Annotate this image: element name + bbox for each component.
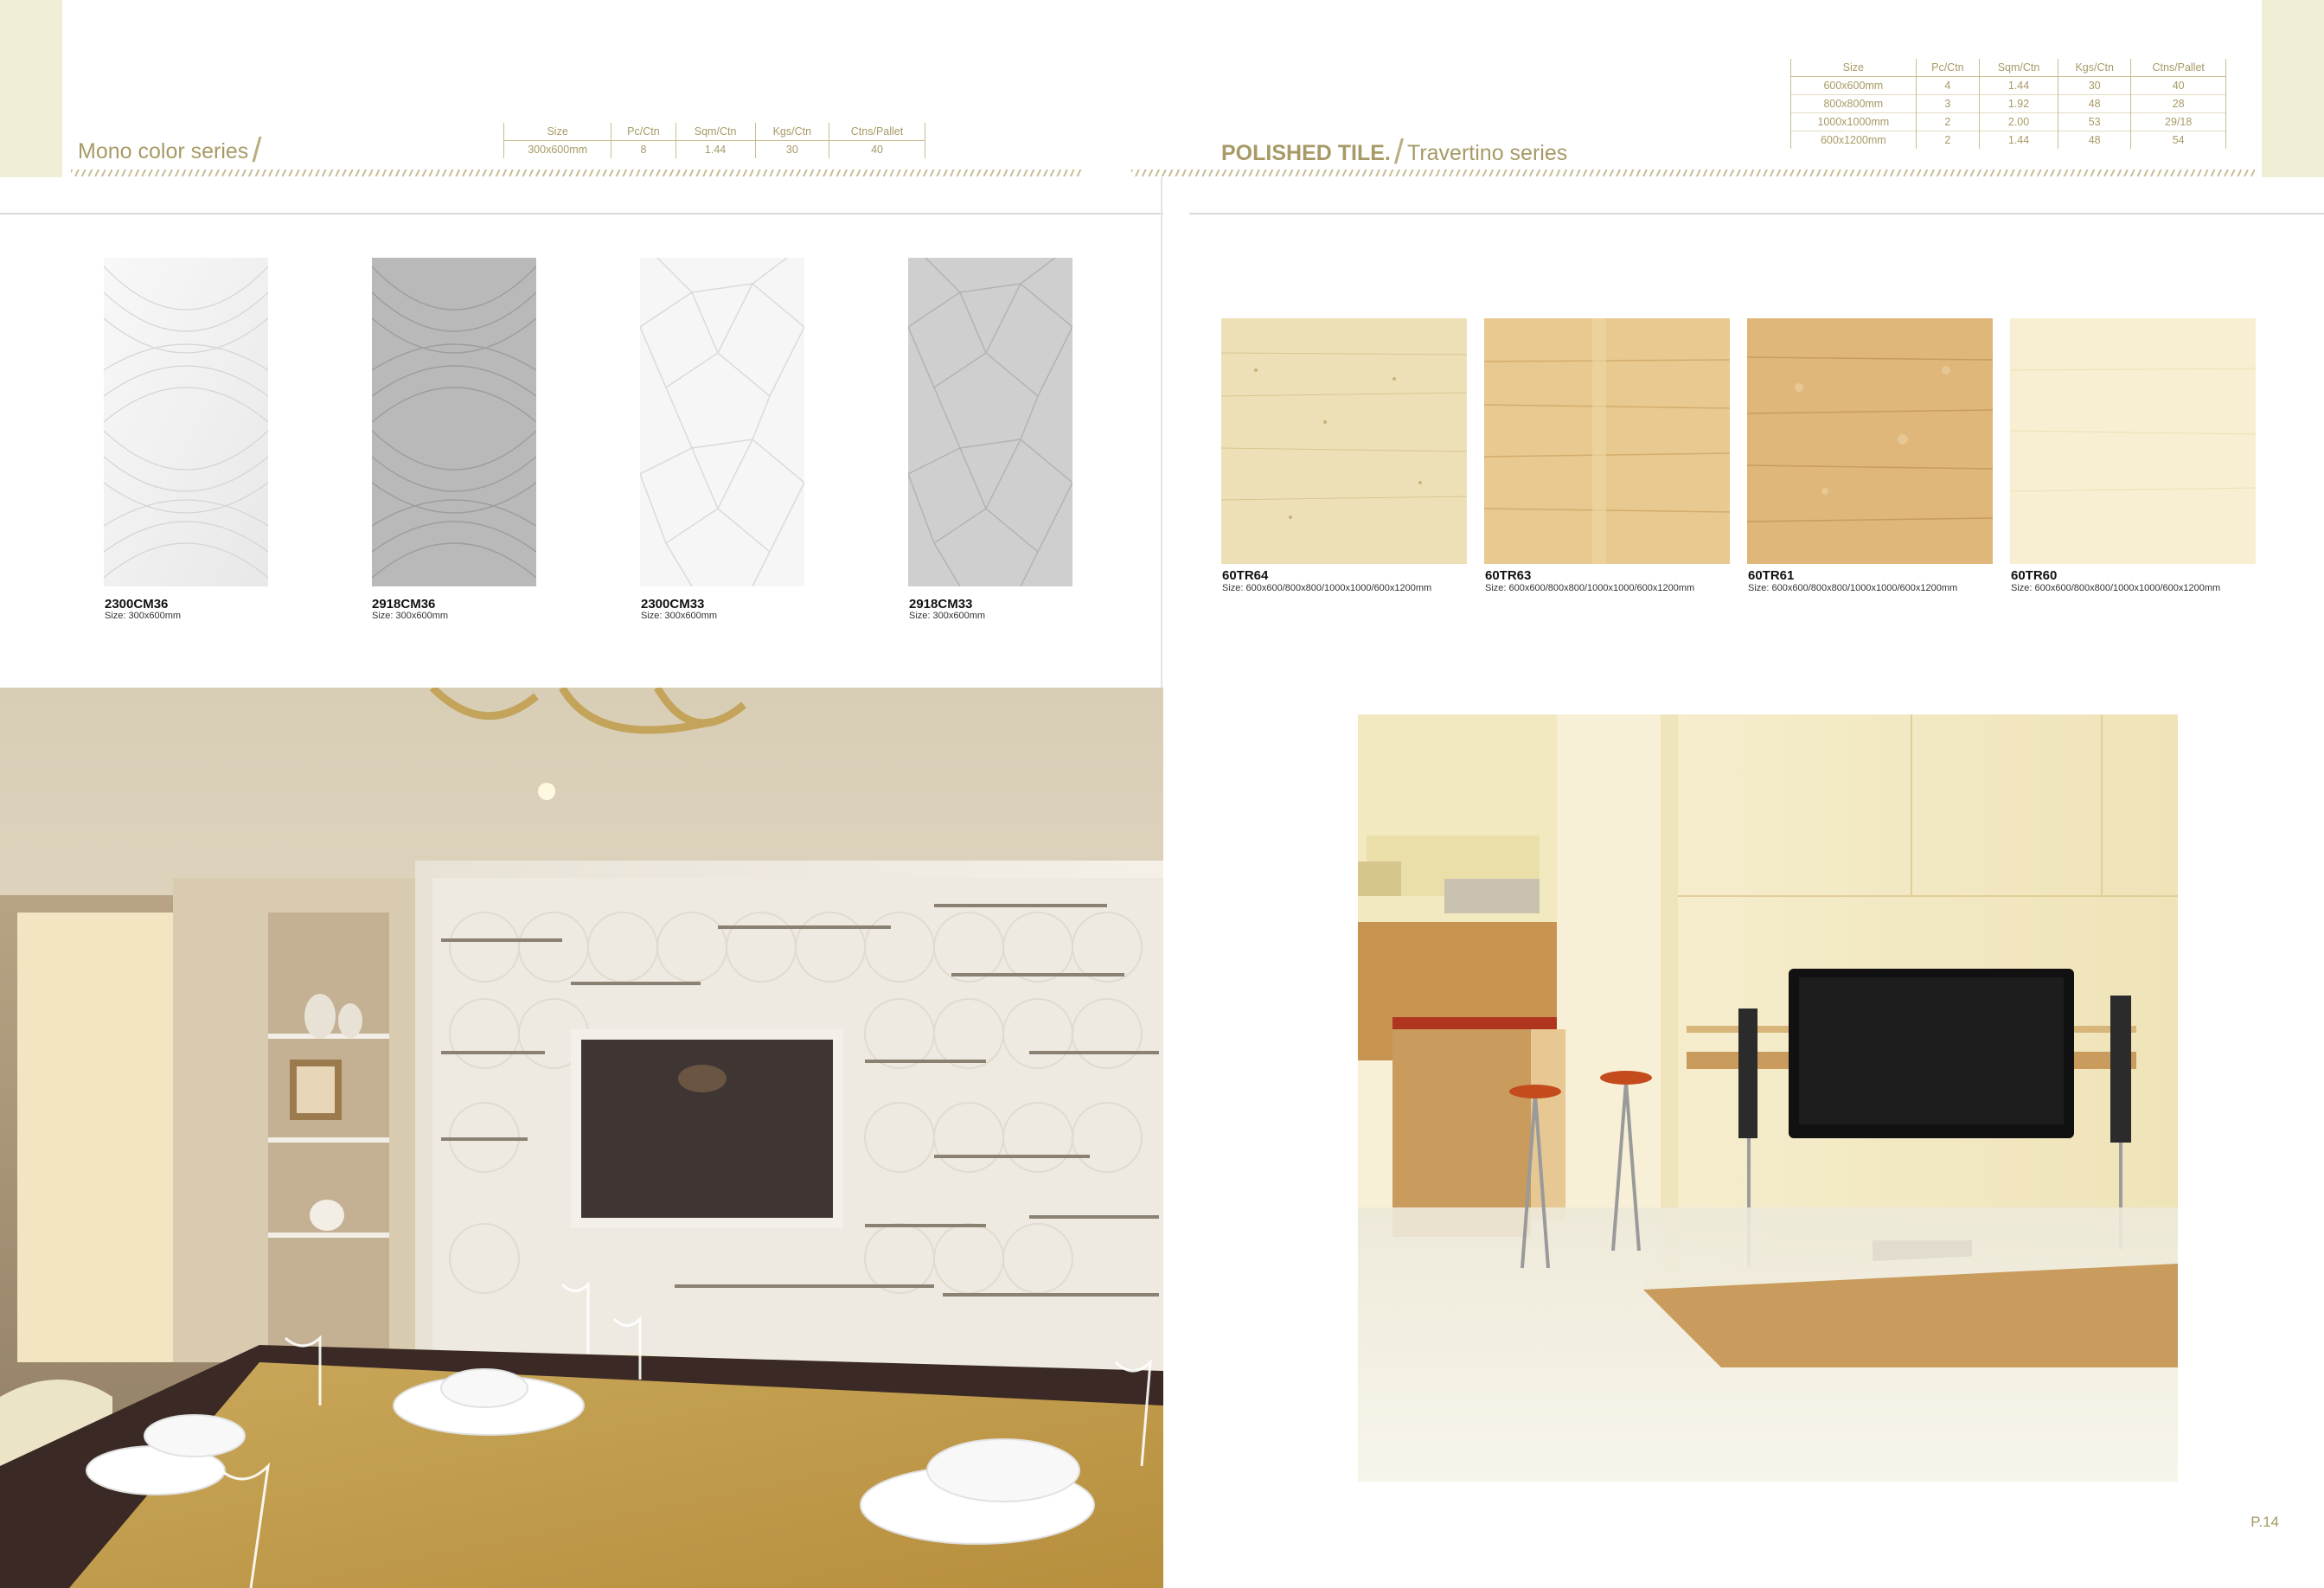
cell: 600x1200mm [1790, 131, 1917, 149]
cell: 800x800mm [1790, 94, 1917, 113]
cell: 48 [2058, 94, 2132, 113]
page-number: P.14 [2250, 1514, 2279, 1530]
table-row: 800x800mm 3 1.92 48 28 [1790, 94, 2226, 113]
cell: 300x600mm [503, 140, 612, 158]
cell: 8 [611, 140, 676, 158]
tile-2300CM36-image [104, 258, 268, 586]
travertino-series-label: Travertino series [1406, 141, 1568, 165]
table-row: 300x600mm 8 1.44 30 40 [503, 140, 925, 158]
tile-size: Size: 600x600/800x800/1000x1000/600x1200… [1485, 583, 1695, 593]
cell: 2 [1915, 131, 1981, 149]
polished-spec-table: Size Pc/Ctn Sqm/Ctn Kgs/Ctn Ctns/Pallet … [1790, 59, 2226, 149]
cell: 53 [2058, 112, 2132, 131]
cell: 1000x1000mm [1790, 112, 1917, 131]
tile-2918CM36-image [372, 258, 536, 586]
cell: 1.92 [1979, 94, 2059, 113]
title-slash: / [252, 131, 262, 170]
cell: 1.44 [1979, 131, 2059, 149]
tile-2300CM33-image [640, 258, 804, 586]
title-slash: / [1393, 133, 1404, 171]
tile-code: 60TR64 [1222, 568, 1269, 583]
tile-size: Size: 300x600mm [909, 611, 986, 621]
page-rule-right [1189, 213, 2324, 215]
tile-size: Size: 300x600mm [641, 611, 718, 621]
tile-60TR63-image [1484, 318, 1730, 564]
tile-code: 60TR60 [2011, 568, 2058, 583]
table-row: 600x600mm 4 1.44 30 40 [1790, 76, 2226, 95]
col-kgs-ctn: Kgs/Ctn [754, 123, 830, 141]
cell: 30 [2058, 76, 2132, 95]
cell: 29/18 [2130, 112, 2226, 131]
table-row: 600x1200mm 2 1.44 48 54 [1790, 131, 2226, 149]
tile-size: Size: 600x600/800x800/1000x1000/600x1200… [1222, 583, 1432, 593]
cell: 40 [829, 140, 925, 158]
col-kgs-ctn: Kgs/Ctn [2058, 59, 2132, 77]
tile-size: Size: 600x600/800x800/1000x1000/600x1200… [1748, 583, 1958, 593]
col-sqm-ctn: Sqm/Ctn [675, 123, 756, 141]
col-sqm-ctn: Sqm/Ctn [1979, 59, 2059, 77]
tile-60TR64-image [1221, 318, 1467, 564]
tile-60TR61-image [1747, 318, 1993, 564]
polished-series-title: POLISHED TILE. / Travertino series [1221, 133, 1567, 172]
cell: 40 [2130, 76, 2226, 95]
left-dotted-line [71, 170, 1083, 176]
mono-series-label: Mono color series [78, 139, 249, 163]
tile-code: 2918CM36 [372, 597, 436, 612]
col-ctns-pallet: Ctns/Pallet [829, 123, 925, 141]
tile-2918CM33-image [908, 258, 1072, 586]
table-row: 1000x1000mm 2 2.00 53 29/18 [1790, 112, 2226, 131]
dining-room-photo [0, 688, 1163, 1588]
cell: 28 [2130, 94, 2226, 113]
col-ctns-pallet: Ctns/Pallet [2130, 59, 2226, 77]
cell: 48 [2058, 131, 2132, 149]
tile-code: 2300CM33 [641, 597, 705, 612]
cell: 2.00 [1979, 112, 2059, 131]
tile-code: 2300CM36 [105, 597, 169, 612]
tile-code: 2918CM33 [909, 597, 973, 612]
col-size: Size [503, 123, 612, 141]
tile-size: Size: 600x600/800x800/1000x1000/600x1200… [2011, 583, 2221, 593]
tile-code: 60TR63 [1485, 568, 1532, 583]
cell: 3 [1915, 94, 1981, 113]
tile-size: Size: 300x600mm [105, 611, 182, 621]
cell: 600x600mm [1790, 76, 1917, 95]
mono-series-title: Mono color series / [78, 131, 265, 170]
col-size: Size [1790, 59, 1917, 77]
polished-brand: POLISHED TILE. [1221, 141, 1391, 165]
page-rule-left [0, 213, 1163, 215]
col-pc-ctn: Pc/Ctn [611, 123, 676, 141]
center-gutter-line [1161, 177, 1162, 688]
living-room-photo [1358, 714, 2178, 1482]
mono-spec-table: Size Pc/Ctn Sqm/Ctn Kgs/Ctn Ctns/Pallet … [503, 123, 925, 158]
cell: 2 [1915, 112, 1981, 131]
tile-size: Size: 300x600mm [372, 611, 449, 621]
right-header-strip [2262, 0, 2324, 177]
tile-60TR60-image [2010, 318, 2256, 564]
col-pc-ctn: Pc/Ctn [1915, 59, 1981, 77]
cell: 4 [1915, 76, 1981, 95]
cell: 54 [2130, 131, 2226, 149]
left-header-strip [0, 0, 62, 177]
cell: 30 [754, 140, 830, 158]
cell: 1.44 [1979, 76, 2059, 95]
cell: 1.44 [675, 140, 756, 158]
tile-code: 60TR61 [1748, 568, 1795, 583]
